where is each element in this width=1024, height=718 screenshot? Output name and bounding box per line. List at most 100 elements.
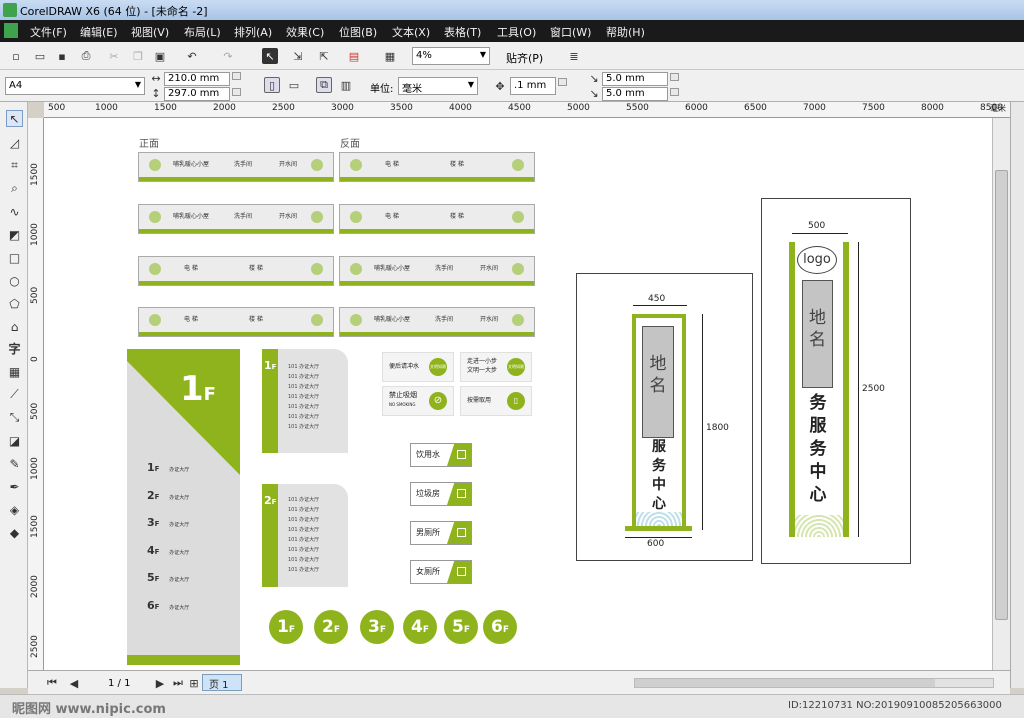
direction-sign[interactable]: 哺乳暖心小屋 洗手间 开水间 xyxy=(138,204,334,234)
shape-tool-icon[interactable]: ◿ xyxy=(6,134,23,151)
no-smoking-tag[interactable]: 禁止吸烟 NO SMOKING ⊘ xyxy=(382,386,454,416)
outline-pen-icon[interactable]: ✒ xyxy=(6,478,23,495)
floor-badge[interactable]: 5F xyxy=(444,610,478,644)
direction-sign[interactable]: 电 梯 楼 梯 xyxy=(339,152,535,182)
units-select[interactable]: 毫米 ▼ xyxy=(398,77,478,95)
add-page-icon[interactable]: ⊞ xyxy=(186,675,202,691)
menu-file[interactable]: 文件(F) xyxy=(30,24,67,40)
options-icon[interactable]: ≣ xyxy=(566,48,582,64)
nudge-spinner[interactable] xyxy=(558,78,567,86)
scrollbar-thumb[interactable] xyxy=(995,170,1008,620)
menu-effects[interactable]: 效果(C) xyxy=(286,24,324,40)
duplicate-x-spinner[interactable] xyxy=(670,73,679,81)
docker-panel-tab[interactable] xyxy=(1010,102,1024,688)
floor-badge[interactable]: 6F xyxy=(483,610,517,644)
horizontal-scrollbar[interactable] xyxy=(634,678,994,688)
direction-sign[interactable]: 哺乳暖心小屋 洗手间 开水间 xyxy=(339,307,535,337)
undo-icon[interactable]: ↶ xyxy=(184,48,200,64)
door-plate-water[interactable]: 饮用水 xyxy=(410,443,472,467)
table-tool-icon[interactable]: ▦ xyxy=(6,363,23,380)
nudge-distance-input[interactable]: .1 mm xyxy=(510,77,556,95)
menu-arrange[interactable]: 排列(A) xyxy=(234,24,272,40)
direction-sign[interactable]: 电 梯 楼 梯 xyxy=(138,256,334,286)
basic-shapes-icon[interactable]: ⌂ xyxy=(6,318,23,335)
duplicate-distance-y-input[interactable]: 5.0 mm xyxy=(602,87,668,101)
floor-directory-board[interactable]: 1F 1F 办证大厅 2F 办证大厅 3F 办证大厅 4F 办证大厅 5F 办证… xyxy=(127,349,240,665)
text-tool-icon[interactable]: 字 xyxy=(6,340,23,357)
rectangle-tool-icon[interactable]: □ xyxy=(6,249,23,266)
floor-badge[interactable]: 4F xyxy=(403,610,437,644)
interactive-fill-icon[interactable]: ◆ xyxy=(6,524,23,541)
menu-tools[interactable]: 工具(O) xyxy=(497,24,536,40)
page-height-input[interactable]: 297.0 mm xyxy=(164,87,230,101)
print-icon[interactable]: ⎙ xyxy=(78,48,94,64)
landscape-icon[interactable]: ▭ xyxy=(286,77,302,93)
polygon-tool-icon[interactable]: ⬠ xyxy=(6,295,23,312)
door-plate-men[interactable]: 男厕所 xyxy=(410,521,472,545)
application-launcher-icon[interactable]: ▦ xyxy=(382,48,398,64)
page-height-spinner-up[interactable] xyxy=(232,88,241,96)
publish-pdf-icon[interactable]: ▤ xyxy=(346,48,362,64)
duplicate-y-spinner[interactable] xyxy=(670,88,679,96)
menu-edit[interactable]: 编辑(E) xyxy=(80,24,118,40)
export-icon[interactable]: ⇱ xyxy=(316,48,332,64)
menu-app-icon[interactable] xyxy=(4,23,18,38)
import-icon[interactable]: ⇲ xyxy=(290,48,306,64)
vertical-scrollbar[interactable] xyxy=(992,118,1010,670)
totem-sign-2[interactable]: logo 地名 务服务中心 xyxy=(789,242,849,537)
menu-window[interactable]: 窗口(W) xyxy=(550,24,591,40)
floor-panel-1[interactable]: 1F 101 办证大厅 101 办证大厅 101 办证大厅 101 办证大厅 1… xyxy=(262,349,348,453)
scrollbar-thumb[interactable] xyxy=(635,679,935,687)
door-plate-women[interactable]: 女厕所 xyxy=(410,560,472,584)
last-page-icon[interactable]: ⏭ xyxy=(170,675,186,691)
zoom-level-select[interactable]: 4% ▼ xyxy=(412,47,490,65)
zoom-tool-icon[interactable]: ⌕ xyxy=(6,180,23,197)
floor-badge[interactable]: 2F xyxy=(314,610,348,644)
blend-tool-icon[interactable]: ◪ xyxy=(6,432,23,449)
direction-sign[interactable]: 电 梯 楼 梯 xyxy=(339,204,535,234)
drawing-canvas[interactable]: 正面 反面 哺乳暖心小屋 洗手间 开水间 电 梯 楼 梯 哺乳暖心小屋 洗手间 … xyxy=(44,118,992,670)
direction-sign[interactable]: 哺乳暖心小屋 洗手间 开水间 xyxy=(138,152,334,182)
page-tab-1[interactable]: 页 1 xyxy=(202,674,242,691)
first-page-icon[interactable]: ⏮ xyxy=(44,675,60,691)
current-page-icon[interactable]: ▥ xyxy=(338,77,354,93)
duplicate-distance-x-input[interactable]: 5.0 mm xyxy=(602,72,668,86)
totem-sign-1[interactable]: 地名 服务中心 xyxy=(632,314,686,530)
smart-fill-icon[interactable]: ◩ xyxy=(6,226,23,243)
next-page-icon[interactable]: ▶ xyxy=(152,675,168,691)
menu-layout[interactable]: 布局(L) xyxy=(184,24,221,40)
connector-tool-icon[interactable]: ⤡ xyxy=(6,409,23,426)
eyedropper-tool-icon[interactable]: ✎ xyxy=(6,455,23,472)
civilized-step-tag[interactable]: 走进一小步 文明一大步 文明如厕 xyxy=(460,352,532,382)
menu-view[interactable]: 视图(V) xyxy=(131,24,169,40)
copy-icon[interactable]: ❐ xyxy=(130,48,146,64)
take-as-needed-tag[interactable]: 按需取用 ▯ xyxy=(460,386,532,416)
door-plate-garbage[interactable]: 垃圾房 xyxy=(410,482,472,506)
portrait-icon[interactable]: ▯ xyxy=(264,77,280,93)
menu-help[interactable]: 帮助(H) xyxy=(606,24,645,40)
paper-size-select[interactable]: A4 ▼ xyxy=(5,77,145,95)
direction-sign[interactable]: 电 梯 楼 梯 xyxy=(138,307,334,337)
floor-badge[interactable]: 1F xyxy=(269,610,303,644)
paste-icon[interactable]: ▣ xyxy=(152,48,168,64)
flush-reminder-tag[interactable]: 便后请冲水 文明如厕 xyxy=(382,352,454,382)
new-document-icon[interactable]: ▫ xyxy=(8,48,24,64)
redo-icon[interactable]: ↷ xyxy=(220,48,236,64)
save-icon[interactable]: ▪ xyxy=(54,48,70,64)
fill-tool-icon[interactable]: ◈ xyxy=(6,501,23,518)
page-width-input[interactable]: 210.0 mm xyxy=(164,72,230,86)
cut-icon[interactable]: ✂ xyxy=(106,48,122,64)
all-pages-icon[interactable]: ⧉ xyxy=(316,77,332,93)
prev-page-icon[interactable]: ◀ xyxy=(66,675,82,691)
menu-table[interactable]: 表格(T) xyxy=(444,24,481,40)
direction-sign[interactable]: 哺乳暖心小屋 洗手间 开水间 xyxy=(339,256,535,286)
menu-bitmap[interactable]: 位图(B) xyxy=(339,24,377,40)
search-content-icon[interactable]: ↖ xyxy=(262,48,278,64)
menu-text[interactable]: 文本(X) xyxy=(392,24,430,40)
open-folder-icon[interactable]: ▭ xyxy=(32,48,48,64)
page-width-spinner-up[interactable] xyxy=(232,72,241,80)
dimension-tool-icon[interactable]: ⟋ xyxy=(6,386,23,403)
vertical-ruler[interactable]: 1500 1000 500 0 500 1000 1500 2000 2500 xyxy=(28,118,44,670)
floor-badge[interactable]: 3F xyxy=(360,610,394,644)
ellipse-tool-icon[interactable]: ○ xyxy=(6,272,23,289)
